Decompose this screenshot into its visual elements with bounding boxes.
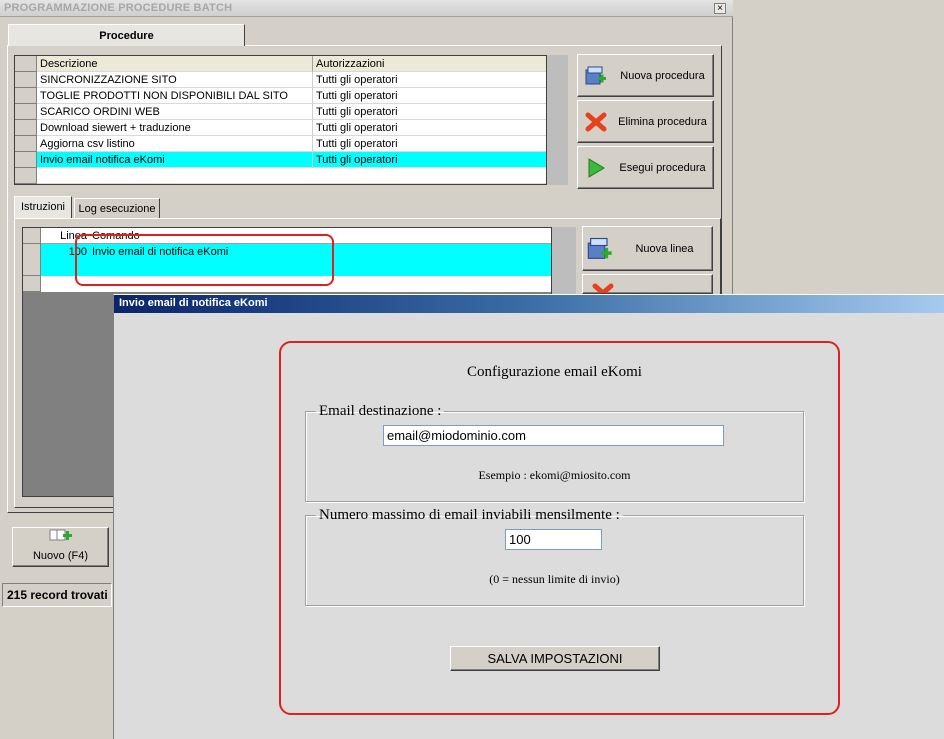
- procedure-description: Invio email notifica eKomi: [37, 152, 313, 168]
- tab-procedure[interactable]: Procedure: [8, 24, 245, 46]
- new-record-button[interactable]: Nuovo (F4): [12, 527, 109, 567]
- row-indicator: [15, 120, 37, 136]
- procedures-grid: Descrizione Autorizzazioni SINCRONIZZAZI…: [14, 55, 547, 185]
- new-record-label: Nuovo (F4): [32, 550, 89, 562]
- table-row[interactable]: Aggiorna csv listino Tutti gli operatori: [37, 136, 546, 152]
- new-procedure-button[interactable]: Nuova procedura: [577, 54, 714, 97]
- new-procedure-label: Nuova procedura: [620, 69, 705, 82]
- row-indicator: [23, 276, 41, 292]
- table-row[interactable]: SINCRONIZZAZIONE SITO Tutti gli operatori: [37, 72, 546, 88]
- window-titlebar[interactable]: PROGRAMMAZIONE PROCEDURE BATCH ×: [0, 0, 733, 17]
- tab-execution-log[interactable]: Log esecuzione: [74, 198, 160, 218]
- procedure-authorizations: Tutti gli operatori: [313, 88, 546, 104]
- new-record-icon: [49, 529, 72, 541]
- ekomi-config-dialog: Invio email di notifica eKomi Configuraz…: [113, 294, 944, 739]
- table-row[interactable]: SCARICO ORDINI WEB Tutti gli operatori: [37, 104, 546, 120]
- window-title: PROGRAMMAZIONE PROCEDURE BATCH: [4, 2, 233, 14]
- tab-instructions[interactable]: Istruzioni: [14, 196, 72, 218]
- table-row[interactable]: [37, 168, 546, 184]
- delete-procedure-label: Elimina procedura: [618, 115, 707, 128]
- row-indicator: [15, 104, 37, 120]
- play-icon: [588, 158, 605, 178]
- delete-line-button[interactable]: [582, 274, 713, 294]
- procedure-description: Download siewert + traduzione: [37, 120, 313, 136]
- column-header-authorizations[interactable]: Autorizzazioni: [313, 56, 546, 72]
- dialog-titlebar[interactable]: Invio email di notifica eKomi: [114, 295, 944, 313]
- delete-x-icon: [585, 112, 607, 132]
- highlight-config-area: [279, 341, 840, 715]
- column-header-description[interactable]: Descrizione: [37, 56, 313, 72]
- table-row[interactable]: TOGLIE PRODOTTI NON DISPONIBILI DAL SITO…: [37, 88, 546, 104]
- procedure-authorizations: Tutti gli operatori: [313, 72, 546, 88]
- row-indicator: [15, 152, 37, 168]
- new-line-button[interactable]: Nuova linea: [582, 226, 713, 271]
- procedure-authorizations: Tutti gli operatori: [313, 104, 546, 120]
- row-indicator: [15, 88, 37, 104]
- new-line-icon: [587, 237, 612, 259]
- delete-procedure-button[interactable]: Elimina procedura: [577, 100, 714, 143]
- procedure-description: SINCRONIZZAZIONE SITO: [37, 72, 313, 88]
- dialog-title: Invio email di notifica eKomi: [119, 297, 268, 309]
- run-procedure-button[interactable]: Esegui procedura: [577, 146, 714, 189]
- row-indicator: [15, 56, 37, 72]
- new-line-label: Nuova linea: [635, 242, 694, 255]
- procedure-authorizations: Tutti gli operatori: [313, 136, 546, 152]
- grid-header: Descrizione Autorizzazioni: [15, 56, 546, 72]
- table-row[interactable]: Invio email notifica eKomi Tutti gli oper…: [37, 152, 546, 168]
- procedure-authorizations: Tutti gli operatori: [313, 120, 546, 136]
- row-indicator: [15, 72, 37, 88]
- procedure-description: SCARICO ORDINI WEB: [37, 104, 313, 120]
- procedure-authorizations: Tutti gli operatori: [313, 152, 546, 168]
- table-row[interactable]: Download siewert + traduzione Tutti gli o…: [37, 120, 546, 136]
- run-procedure-label: Esegui procedura: [619, 161, 706, 174]
- row-indicator: [15, 168, 37, 184]
- row-indicator: [15, 136, 37, 152]
- highlight-line-row: [75, 234, 334, 286]
- new-document-icon: [585, 66, 606, 85]
- close-icon[interactable]: ×: [714, 3, 726, 14]
- procedure-description: TOGLIE PRODOTTI NON DISPONIBILI DAL SITO: [37, 88, 313, 104]
- grid-scroll-area[interactable]: [547, 55, 568, 185]
- procedure-description: Aggiorna csv listino: [37, 136, 313, 152]
- delete-x-icon: [592, 283, 614, 293]
- records-count: 215 record trovati: [2, 583, 112, 607]
- row-indicator: [23, 228, 41, 244]
- row-indicator: [23, 244, 41, 276]
